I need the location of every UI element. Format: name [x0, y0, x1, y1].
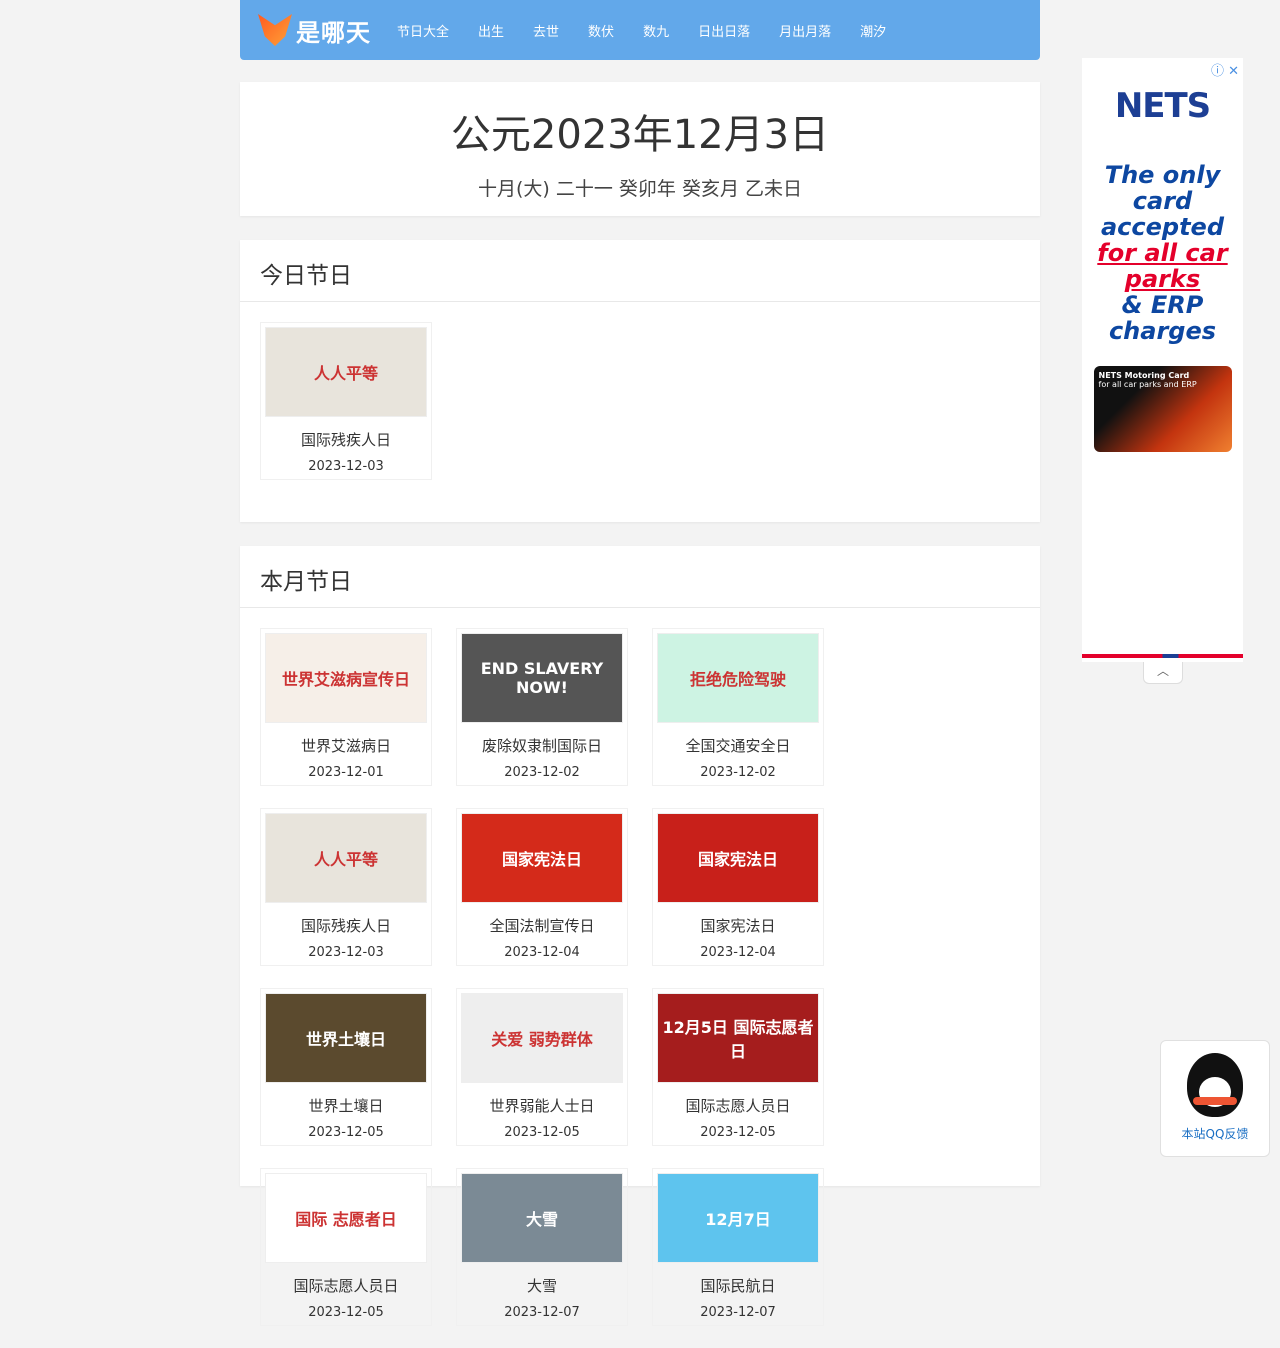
ad-close-icon[interactable]: ⓘ ✕: [1211, 60, 1239, 79]
date-card: 公元2023年12月3日 十月(大) 二十一 癸卯年 癸亥月 乙未日: [240, 82, 1040, 216]
butterfly-icon: [258, 14, 292, 46]
festival-date: 2023-12-04: [504, 945, 580, 960]
festival-item[interactable]: 关爱 弱势群体 世界弱能人士日 2023-12-05: [456, 988, 628, 1146]
festival-item[interactable]: 人人平等 国际残疾人日 2023-12-03: [260, 322, 432, 480]
month-section: 本月节日 世界艾滋病宣传日 世界艾滋病日 2023-12-01 END SLAVE…: [240, 546, 1040, 1326]
ad-collapse-button[interactable]: ︿: [1143, 662, 1183, 684]
qq-penguin-icon: [1187, 1053, 1243, 1117]
festival-name[interactable]: 国际残疾人日: [261, 429, 431, 450]
festival-item[interactable]: 国家宪法日 全国法制宣传日 2023-12-04: [456, 808, 628, 966]
festival-image[interactable]: 人人平等: [265, 327, 427, 417]
top-nav: 是哪天 节日大全 出生 去世 数伏 数九 日出日落 月出月落 潮汐: [240, 0, 1040, 60]
festival-name[interactable]: 国际残疾人日: [261, 915, 431, 936]
festival-item[interactable]: 12月7日 国际民航日 2023-12-07: [652, 1168, 824, 1326]
ad-card-image: NETS Motoring Card for all car parks and …: [1093, 366, 1232, 452]
festival-image[interactable]: 国际 志愿者日: [265, 1173, 427, 1263]
festival-date: 2023-12-05: [308, 1305, 384, 1320]
festival-date: 2023-12-02: [700, 765, 776, 780]
ad-bar: [1082, 654, 1243, 658]
festival-name[interactable]: 世界土壤日: [261, 1095, 431, 1116]
festival-date: 2023-12-01: [308, 765, 384, 780]
festival-name[interactable]: 国际民航日: [653, 1275, 823, 1296]
festival-item[interactable]: 人人平等 国际残疾人日 2023-12-03: [260, 808, 432, 966]
festival-name[interactable]: 废除奴隶制国际日: [457, 735, 627, 756]
nav-item[interactable]: 潮汐: [860, 21, 886, 40]
festival-image[interactable]: 拒绝危险驾驶: [657, 633, 819, 723]
festival-image[interactable]: 人人平等: [265, 813, 427, 903]
festival-date: 2023-12-05: [504, 1125, 580, 1140]
festival-name[interactable]: 国际志愿人员日: [261, 1275, 431, 1296]
festival-name[interactable]: 国际志愿人员日: [653, 1095, 823, 1116]
festival-image[interactable]: 世界艾滋病宣传日: [265, 633, 427, 723]
festival-item[interactable]: 国家宪法日 国家宪法日 2023-12-04: [652, 808, 824, 966]
festival-name[interactable]: 大雪: [457, 1275, 627, 1296]
festival-image[interactable]: 国家宪法日: [461, 813, 623, 903]
festival-image[interactable]: 国家宪法日: [657, 813, 819, 903]
festival-image[interactable]: 12月5日 国际志愿者日: [657, 993, 819, 1083]
qq-feedback-button[interactable]: 本站QQ反馈: [1160, 1040, 1270, 1157]
festival-item[interactable]: 大雪 大雪 2023-12-07: [456, 1168, 628, 1326]
gregorian-date: 公元2023年12月3日: [450, 112, 830, 158]
festival-name[interactable]: 世界艾滋病日: [261, 735, 431, 756]
nav-item[interactable]: 节日大全: [397, 21, 449, 40]
festival-image[interactable]: END SLAVERY NOW!: [461, 633, 623, 723]
festival-name[interactable]: 国家宪法日: [653, 915, 823, 936]
festival-date: 2023-12-04: [700, 945, 776, 960]
festival-date: 2023-12-02: [504, 765, 580, 780]
festival-name[interactable]: 全国法制宣传日: [457, 915, 627, 936]
nav-item[interactable]: 数伏: [588, 21, 614, 40]
advertisement[interactable]: ⓘ ✕ NETS The only card accepted for all c…: [1082, 58, 1243, 662]
section-title: 本月节日: [240, 546, 1040, 608]
ad-brand: NETS: [1114, 86, 1211, 126]
festival-item[interactable]: END SLAVERY NOW! 废除奴隶制国际日 2023-12-02: [456, 628, 628, 786]
festival-item[interactable]: 拒绝危险驾驶 全国交通安全日 2023-12-02: [652, 628, 824, 786]
festival-name[interactable]: 世界弱能人士日: [457, 1095, 627, 1116]
festival-image[interactable]: 12月7日: [657, 1173, 819, 1263]
site-logo[interactable]: 是哪天: [258, 13, 371, 48]
festival-name[interactable]: 全国交通安全日: [653, 735, 823, 756]
festival-image[interactable]: 世界土壤日: [265, 993, 427, 1083]
festival-item[interactable]: 12月5日 国际志愿者日 国际志愿人员日 2023-12-05: [652, 988, 824, 1146]
nav-item[interactable]: 日出日落: [698, 21, 750, 40]
festival-date: 2023-12-07: [700, 1305, 776, 1320]
festival-item[interactable]: 世界艾滋病宣传日 世界艾滋病日 2023-12-01: [260, 628, 432, 786]
nav-item[interactable]: 出生: [478, 21, 504, 40]
nav-item[interactable]: 数九: [643, 21, 669, 40]
nav-item[interactable]: 月出月落: [779, 21, 831, 40]
festival-date: 2023-12-07: [504, 1305, 580, 1320]
festival-image[interactable]: 关爱 弱势群体: [461, 993, 623, 1083]
festival-date: 2023-12-05: [700, 1125, 776, 1140]
today-section: 今日节日 人人平等 国际残疾人日 2023-12-03: [240, 240, 1040, 522]
section-title: 今日节日: [240, 240, 1040, 302]
festival-image[interactable]: 大雪: [461, 1173, 623, 1263]
lunar-date: 十月(大) 二十一 癸卯年 癸亥月 乙未日: [478, 178, 802, 200]
nav-item[interactable]: 去世: [533, 21, 559, 40]
festival-date: 2023-12-03: [308, 945, 384, 960]
festival-item[interactable]: 国际 志愿者日 国际志愿人员日 2023-12-05: [260, 1168, 432, 1326]
festival-item[interactable]: 世界土壤日 世界土壤日 2023-12-05: [260, 988, 432, 1146]
festival-date: 2023-12-03: [308, 459, 384, 474]
ad-text: The only card accepted for all car parks &…: [1097, 161, 1228, 345]
logo-text: 是哪天: [296, 18, 371, 47]
qq-label: 本站QQ反馈: [1181, 1127, 1249, 1141]
festival-date: 2023-12-05: [308, 1125, 384, 1140]
